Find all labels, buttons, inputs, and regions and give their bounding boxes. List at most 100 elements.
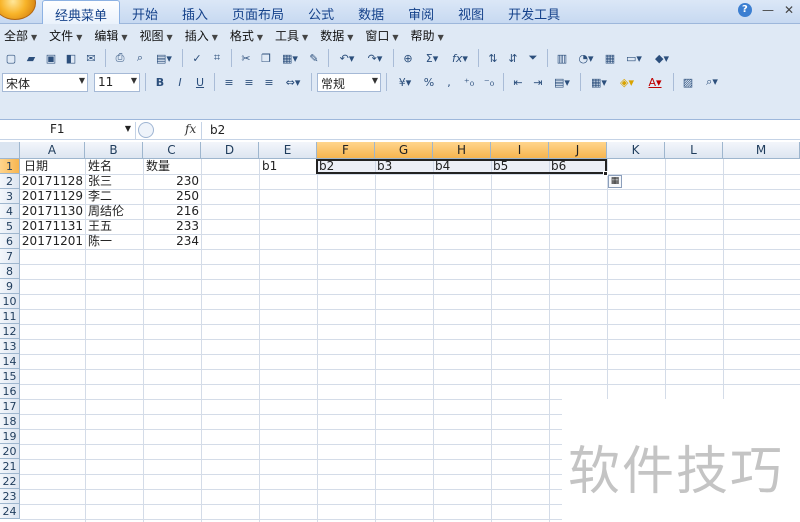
fx-icon[interactable]: fx xyxy=(185,122,196,136)
menu-help[interactable]: 帮助 ▼ xyxy=(409,27,454,44)
menu-tools[interactable]: 工具 ▼ xyxy=(273,27,318,44)
cell-name[interactable]: 陈一 xyxy=(88,234,112,249)
column-header-e[interactable]: E xyxy=(259,142,317,159)
cell-style-icon[interactable]: ▤▾ xyxy=(549,73,575,91)
diamond-icon[interactable]: ◆▾ xyxy=(649,49,675,67)
decrease-indent-icon[interactable]: ⇤ xyxy=(509,73,527,91)
column-header-m[interactable]: M xyxy=(723,142,800,159)
column-header-c[interactable]: C xyxy=(143,142,201,159)
autosum-icon[interactable]: Σ ▾ xyxy=(419,49,445,67)
email-icon[interactable]: ✉ xyxy=(82,49,100,67)
row-header-4[interactable]: 4 xyxy=(0,204,20,219)
cell-qty[interactable]: 216 xyxy=(143,204,199,219)
number-format-combo[interactable]: 常规 ▼ xyxy=(317,72,381,92)
row-header-24[interactable]: 24 xyxy=(0,504,20,519)
row-header-16[interactable]: 16 xyxy=(0,384,20,399)
copy-icon[interactable]: ❐ xyxy=(257,49,275,67)
cell-g1[interactable]: b3 xyxy=(377,159,392,174)
cell-date[interactable]: 20171129 xyxy=(20,189,83,204)
tab-review[interactable]: 审阅 xyxy=(396,0,446,24)
row-header-15[interactable]: 15 xyxy=(0,369,20,384)
print-area-icon[interactable]: ▤▾ xyxy=(151,49,177,67)
decrease-decimal-icon[interactable]: ⁻₀ xyxy=(480,73,498,91)
tab-data[interactable]: 数据 xyxy=(346,0,396,24)
increase-indent-icon[interactable]: ⇥ xyxy=(529,73,547,91)
chart-icon[interactable]: ▥ xyxy=(553,49,571,67)
print-icon[interactable]: ⎙ xyxy=(111,49,129,67)
cell-a1[interactable]: 日期 xyxy=(24,159,48,174)
grid-icon[interactable]: ▦ xyxy=(601,49,619,67)
row-header-12[interactable]: 12 xyxy=(0,324,20,339)
research-icon[interactable]: ⌗ xyxy=(208,49,226,67)
styles-icon[interactable]: ▨ xyxy=(679,73,697,91)
cell-qty[interactable]: 234 xyxy=(143,234,199,249)
row-header-19[interactable]: 19 xyxy=(0,429,20,444)
column-header-l[interactable]: L xyxy=(665,142,723,159)
spelling-icon[interactable]: ✓ xyxy=(188,49,206,67)
comma-button[interactable]: , xyxy=(440,73,458,91)
hyperlink-icon[interactable]: ⊕ xyxy=(399,49,417,67)
cell-e1[interactable]: b1 xyxy=(262,159,277,174)
cell-b1[interactable]: 姓名 xyxy=(88,159,112,174)
cell-c1[interactable]: 数量 xyxy=(146,159,170,174)
menu-insert[interactable]: 插入 ▼ xyxy=(183,27,228,44)
tab-view[interactable]: 视图 xyxy=(446,0,496,24)
office-button[interactable] xyxy=(0,0,36,20)
tab-formulas[interactable]: 公式 xyxy=(296,0,346,24)
column-header-b[interactable]: B xyxy=(85,142,143,159)
row-header-6[interactable]: 6 xyxy=(0,234,20,249)
font-color-icon[interactable]: A▾ xyxy=(642,73,668,91)
increase-decimal-icon[interactable]: ⁺₀ xyxy=(460,73,478,91)
menu-all[interactable]: 全部 ▼ xyxy=(2,27,47,44)
column-header-i[interactable]: I xyxy=(491,142,549,159)
tab-developer[interactable]: 开发工具 xyxy=(496,0,572,24)
column-header-j[interactable]: J xyxy=(549,142,607,159)
fill-color-icon[interactable]: ◈▾ xyxy=(614,73,640,91)
bold-button[interactable]: B xyxy=(151,73,169,91)
tab-insert[interactable]: 插入 xyxy=(170,0,220,24)
merge-center-icon[interactable]: ⇔▾ xyxy=(280,73,306,91)
zoom-handle-icon[interactable] xyxy=(138,122,154,138)
borders-icon[interactable]: ▦▾ xyxy=(586,73,612,91)
column-header-g[interactable]: G xyxy=(375,142,433,159)
cell-date[interactable]: 20171130 xyxy=(20,204,83,219)
cell-name[interactable]: 张三 xyxy=(88,174,112,189)
formula-input[interactable]: b2 xyxy=(210,123,225,137)
filter-icon[interactable]: ⏷ xyxy=(524,49,542,67)
cell-h1[interactable]: b4 xyxy=(435,159,450,174)
cell-qty[interactable]: 250 xyxy=(143,189,199,204)
permission-icon[interactable]: ◧ xyxy=(62,49,80,67)
menu-format[interactable]: 格式 ▼ xyxy=(228,27,273,44)
font-size-combo[interactable]: 11 ▼ xyxy=(94,72,140,92)
sort-descending-icon[interactable]: ⇵ xyxy=(504,49,522,67)
row-header-21[interactable]: 21 xyxy=(0,459,20,474)
format-painter-icon[interactable]: ✎ xyxy=(305,49,323,67)
row-header-17[interactable]: 17 xyxy=(0,399,20,414)
underline-button[interactable]: U xyxy=(191,73,209,91)
select-all-button[interactable] xyxy=(0,142,20,159)
cell-qty[interactable]: 230 xyxy=(143,174,199,189)
cell-name[interactable]: 周结伦 xyxy=(88,204,124,219)
align-center-icon[interactable]: ≡ xyxy=(240,73,258,91)
paste-icon[interactable]: ▦▾ xyxy=(277,49,303,67)
row-header-3[interactable]: 3 xyxy=(0,189,20,204)
tab-page-layout[interactable]: 页面布局 xyxy=(220,0,296,24)
find-icon[interactable]: ⌕▾ xyxy=(699,73,725,91)
font-name-combo[interactable]: 宋体 ▼ xyxy=(2,72,88,92)
row-header-11[interactable]: 11 xyxy=(0,309,20,324)
row-header-9[interactable]: 9 xyxy=(0,279,20,294)
shapes-icon[interactable]: ▭▾ xyxy=(621,49,647,67)
row-header-22[interactable]: 22 xyxy=(0,474,20,489)
minimize-ribbon-button[interactable]: — xyxy=(762,3,774,17)
undo-icon[interactable]: ↶▾ xyxy=(334,49,360,67)
row-header-8[interactable]: 8 xyxy=(0,264,20,279)
sort-ascending-icon[interactable]: ⇅ xyxy=(484,49,502,67)
percent-button[interactable]: % xyxy=(420,73,438,91)
tab-classic-menu[interactable]: 经典菜单 xyxy=(42,0,121,24)
align-left-icon[interactable]: ≡ xyxy=(220,73,238,91)
column-header-d[interactable]: D xyxy=(201,142,259,159)
cell-date[interactable]: 20171128 xyxy=(20,174,83,189)
paste-options-icon[interactable]: ▦ xyxy=(608,175,622,188)
cut-icon[interactable]: ✂ xyxy=(237,49,255,67)
row-header-14[interactable]: 14 xyxy=(0,354,20,369)
